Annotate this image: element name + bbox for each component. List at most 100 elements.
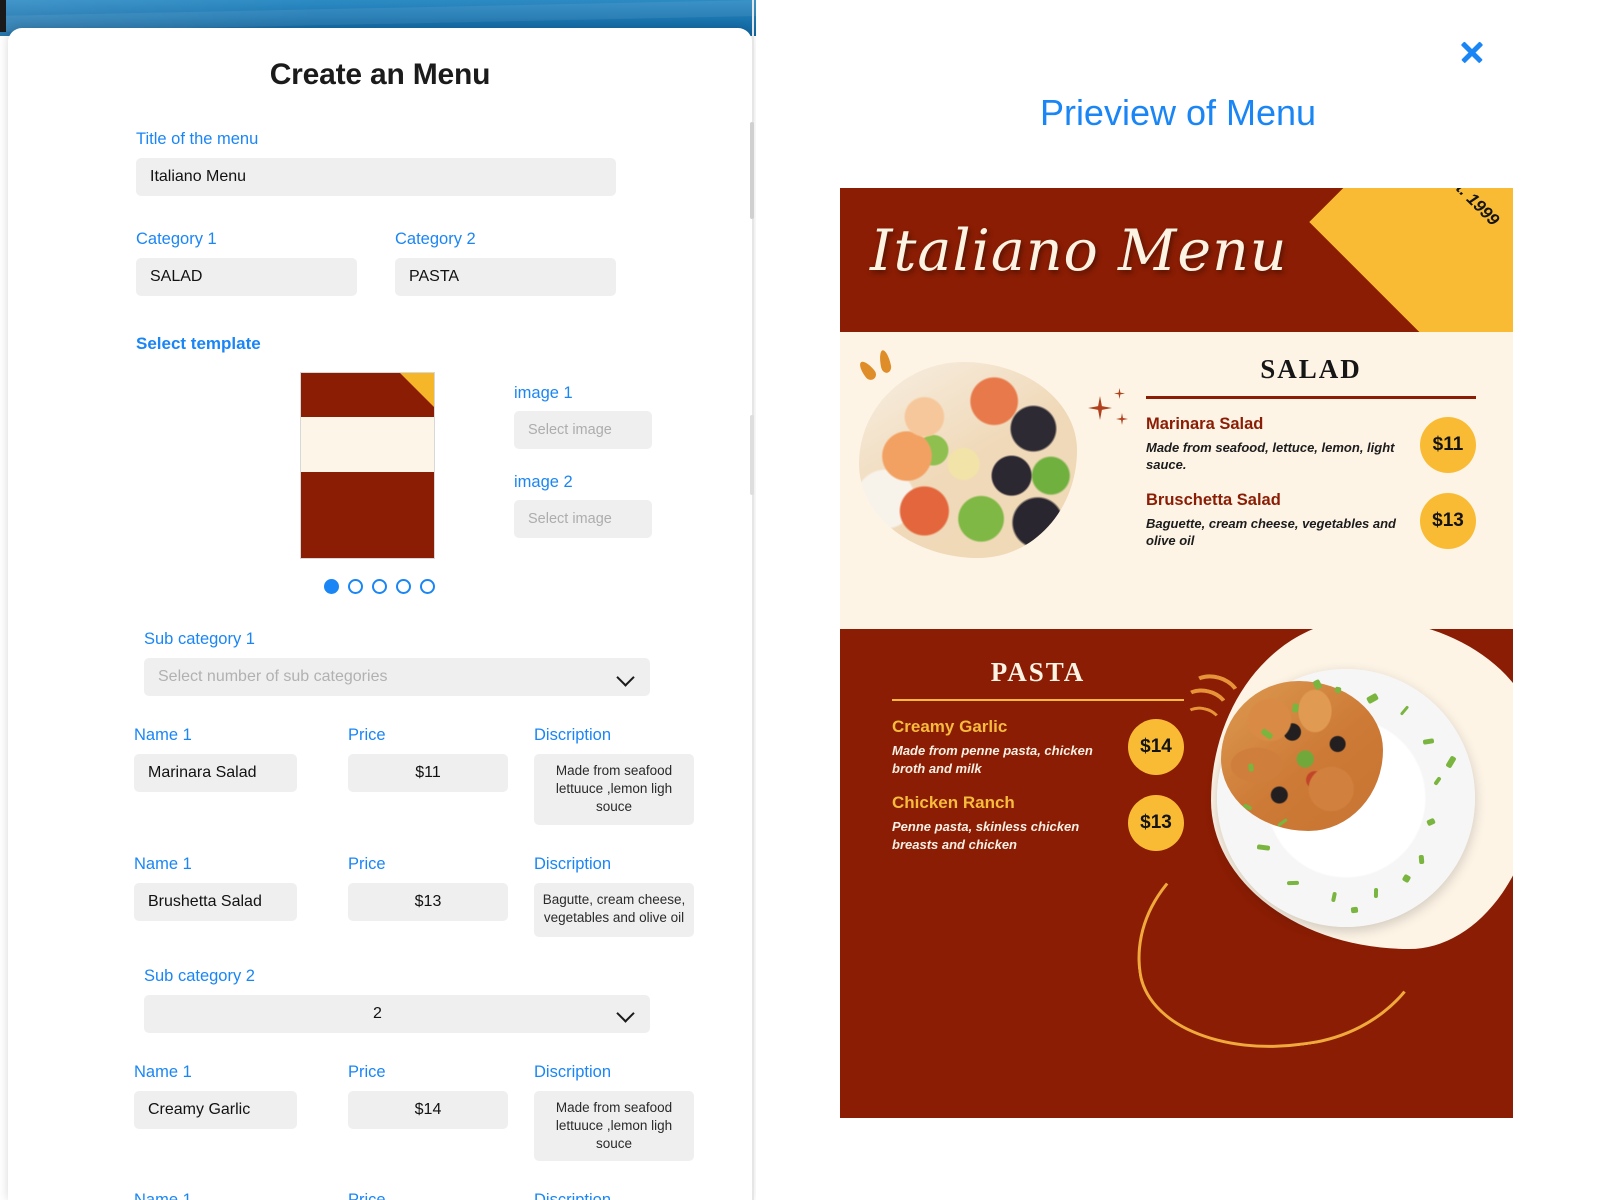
pagination-dot-2[interactable]	[348, 579, 363, 594]
menu-card-header: Est. 1999 Italiano Menu	[840, 188, 1513, 332]
template-pagination[interactable]	[8, 579, 752, 594]
close-icon[interactable]	[1456, 36, 1488, 68]
item-price-input[interactable]: $14	[348, 1091, 508, 1129]
parsley-bit	[1402, 874, 1412, 884]
item-price-label: Price	[348, 855, 508, 874]
category1-input[interactable]: SALAD	[136, 258, 357, 296]
dish-item: Creamy Garlic Made from penne pasta, chi…	[892, 717, 1184, 789]
item-price-input[interactable]: $13	[348, 883, 508, 921]
template-cream-band	[301, 417, 434, 472]
pasta-artwork	[1173, 629, 1513, 1118]
subcategory2-select[interactable]: 2	[144, 995, 650, 1033]
dish-description: Baguette, cream cheese, vegetables and o…	[1146, 515, 1398, 550]
subcategory1-group: Sub category 1 Select number of sub cate…	[8, 630, 752, 696]
image1-select[interactable]: Select image	[514, 411, 652, 449]
item-price-group: Price $11	[348, 726, 508, 825]
template-chooser: image 1 Select image image 2 Select imag…	[8, 372, 752, 559]
item-name-label: Name 1	[134, 855, 320, 874]
dish-name: Marinara Salad	[1146, 415, 1398, 434]
parsley-bit	[1445, 755, 1456, 768]
drops-decor-icon	[862, 350, 908, 384]
category-row: Category 1 SALAD Category 2 PASTA	[8, 230, 752, 296]
category2-label: Category 2	[395, 230, 616, 249]
subcategory2-label: Sub category 2	[144, 967, 752, 986]
form-scrollbar-secondary[interactable]	[750, 415, 754, 495]
image1-label: image 1	[514, 384, 652, 403]
pagination-dot-3[interactable]	[372, 579, 387, 594]
window-left-edge	[0, 0, 6, 32]
menu-title-input[interactable]: Italiano Menu	[136, 158, 616, 196]
parsley-bit	[1277, 818, 1288, 827]
item-description-group: Discription Made from seafood lettuuce ,…	[534, 726, 694, 825]
parsley-garnish	[1217, 669, 1475, 927]
drop-icon	[878, 349, 893, 374]
menu-section-salad: SALAD Marinara Salad Made from seafood, …	[840, 332, 1513, 629]
dish-price-badge: $11	[1420, 417, 1476, 473]
parsley-bit	[1331, 892, 1337, 903]
parsley-bit	[1334, 686, 1341, 693]
item-name-label: Name 1	[134, 1191, 320, 1200]
category2-input[interactable]: PASTA	[395, 258, 616, 296]
item-description-input[interactable]: Made from seafood lettuuce ,lemon ligh s…	[534, 1091, 694, 1162]
item-name-input[interactable]: Brushetta Salad	[134, 883, 297, 921]
sparkle-icon	[1116, 413, 1128, 425]
menu-title-label: Title of the menu	[136, 130, 752, 149]
parsley-bit	[1366, 693, 1379, 704]
menu-title-group: Title of the menu Italiano Menu	[8, 130, 752, 196]
item-name-group: Name 1 Chicken Ranch	[134, 1191, 320, 1200]
subcategory1-label: Sub category 1	[144, 630, 752, 649]
category1-label: Category 1	[136, 230, 357, 249]
item-description-input[interactable]: Made from seafood lettuuce ,lemon ligh s…	[534, 754, 694, 825]
item-price-group: Price $13	[348, 855, 508, 937]
parsley-bit	[1243, 803, 1253, 810]
item-name-input[interactable]: Creamy Garlic	[134, 1091, 297, 1129]
pasta-section-heading: PASTA	[892, 657, 1184, 688]
dish-name: Chicken Ranch	[892, 793, 1106, 813]
subcategory1-value: Select number of sub categories	[158, 668, 387, 686]
subcategory1-select[interactable]: Select number of sub categories	[144, 658, 650, 696]
item-row: Name 1 Marinara Salad Price $11 Discript…	[8, 726, 752, 825]
template-thumbnail[interactable]	[300, 372, 435, 559]
form-scrollbar[interactable]	[750, 122, 754, 219]
item-name-group: Name 1 Brushetta Salad	[134, 855, 320, 937]
sparkle-icon	[1114, 388, 1125, 399]
item-description-label: Discription	[534, 1063, 694, 1082]
menu-section-pasta: PASTA Creamy Garlic Made from penne past…	[840, 629, 1513, 1118]
item-price-group: Price $14	[348, 1063, 508, 1162]
parsley-bit	[1426, 818, 1436, 827]
parsley-bit	[1248, 763, 1254, 771]
parsley-bit	[1260, 728, 1273, 740]
subcategory2-group: Sub category 2 2	[8, 967, 752, 1033]
parsley-bit	[1292, 703, 1299, 713]
salad-section-heading: SALAD	[1146, 354, 1476, 385]
pagination-dot-1[interactable]	[324, 579, 339, 594]
template-corner-ribbon-icon	[400, 373, 434, 407]
item-price-group: Price $13	[348, 1191, 508, 1200]
item-name-group: Name 1 Marinara Salad	[134, 726, 320, 825]
item-name-group: Name 1 Creamy Garlic	[134, 1063, 320, 1162]
item-description-label: Discription	[534, 1191, 694, 1200]
parsley-bit	[1423, 738, 1435, 745]
item-price-input[interactable]: $11	[348, 754, 508, 792]
subcategory2-value: 2	[158, 1005, 619, 1023]
item-name-label: Name 1	[134, 1063, 320, 1082]
parsley-bit	[1351, 907, 1359, 914]
create-menu-modal: Create an Menu Title of the menu Italian…	[8, 28, 752, 1200]
parsley-bit	[1400, 705, 1409, 715]
item-description-label: Discription	[534, 726, 694, 745]
select-template-group: Select template	[8, 334, 752, 354]
dish-description: Made from seafood, lettuce, lemon, light…	[1146, 439, 1398, 474]
pagination-dot-5[interactable]	[420, 579, 435, 594]
preview-pane: Prieview of Menu Est. 1999 Italiano Menu…	[756, 0, 1600, 1200]
salad-dish-list: SALAD Marinara Salad Made from seafood, …	[1146, 354, 1476, 567]
dish-item: Bruschetta Salad Baguette, cream cheese,…	[1146, 491, 1476, 563]
item-name-input[interactable]: Marinara Salad	[134, 754, 297, 792]
item-name-label: Name 1	[134, 726, 320, 745]
item-description-input[interactable]: Bagutte, cream cheese, vegetables and ol…	[534, 883, 694, 937]
category2-group: Category 2 PASTA	[395, 230, 616, 296]
parsley-bit	[1257, 844, 1271, 851]
pagination-dot-4[interactable]	[396, 579, 411, 594]
dish-item: Chicken Ranch Penne pasta, skinless chic…	[892, 793, 1184, 865]
category1-group: Category 1 SALAD	[136, 230, 357, 296]
image2-select[interactable]: Select image	[514, 500, 652, 538]
